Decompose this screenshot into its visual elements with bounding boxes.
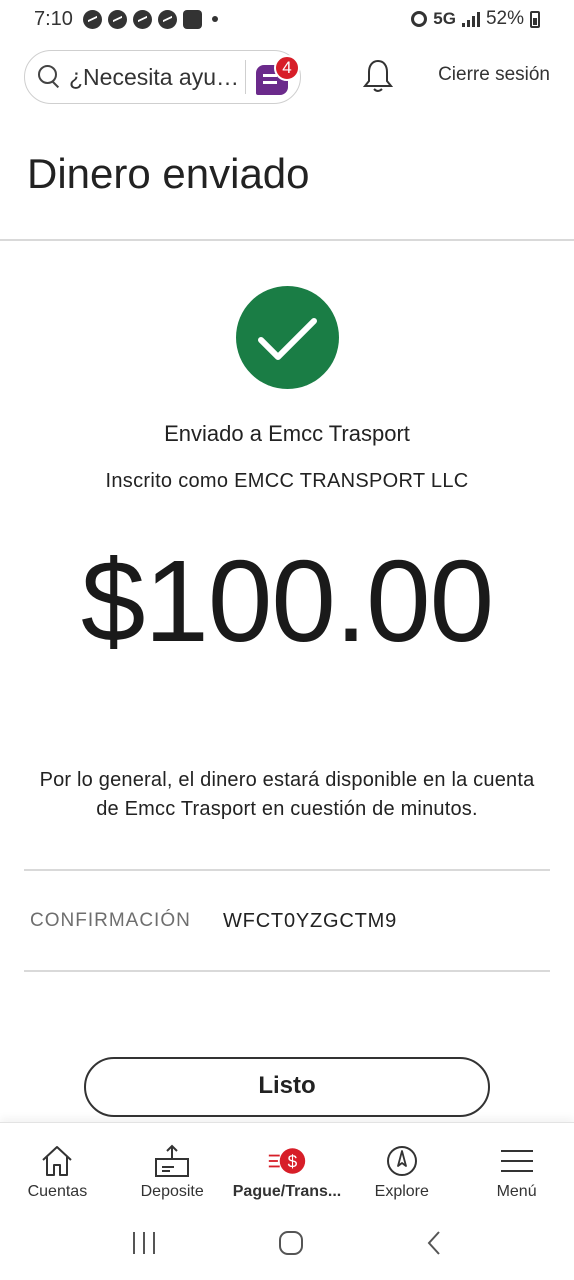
hamburger-icon [497, 1143, 537, 1179]
alarm-icon [411, 11, 428, 27]
nav-item-menu[interactable]: Menú [459, 1123, 574, 1210]
search-bar[interactable]: ¿Necesita ayu… 4 [24, 50, 301, 104]
nav-label: Menú [496, 1183, 537, 1200]
battery-percent: 52% [485, 8, 524, 29]
signal-icon [461, 11, 480, 27]
nav-item-accounts[interactable]: Cuentas [0, 1123, 115, 1210]
confirmation-number: WFCT0YZGCTM9 [223, 910, 398, 932]
divider [24, 970, 550, 972]
back-icon[interactable] [424, 1229, 444, 1262]
messenger-icon [182, 9, 202, 29]
search-icon [37, 64, 63, 90]
nav-item-pay-transfer[interactable]: $ Pague/Trans... [230, 1123, 345, 1210]
nav-item-deposit[interactable]: Deposite [115, 1123, 230, 1210]
page-title: Dinero enviado [27, 150, 310, 197]
sent-amount: $100.00 [80, 536, 494, 666]
system-nav-bar [0, 1210, 574, 1280]
network-type: 5G [433, 9, 456, 28]
search-divider [245, 60, 246, 94]
battery-icon [530, 10, 540, 28]
availability-note: Por lo general, el dinero estará disponi… [39, 769, 535, 820]
status-time: 7:10 [34, 7, 73, 30]
house-icon [37, 1143, 77, 1179]
messenger-icon [107, 9, 127, 29]
home-icon[interactable] [277, 1229, 305, 1262]
recipient-text: Enviado a Emcc Trasport [164, 421, 410, 446]
messenger-icon [132, 9, 152, 29]
more-notifications-icon [211, 16, 218, 22]
bottom-nav: Cuentas Deposite $ Pague/Trans... Explor… [0, 1122, 574, 1210]
nav-label: Deposite [140, 1183, 204, 1200]
svg-text:$: $ [288, 1151, 298, 1171]
chat-badge: 4 [274, 55, 300, 81]
nav-label: Cuentas [27, 1183, 88, 1200]
success-check-icon [236, 286, 339, 389]
messenger-icon [82, 9, 102, 29]
status-bar-left: 7:10 [34, 8, 218, 31]
pay-transfer-icon: $ [267, 1143, 307, 1179]
deposit-icon [152, 1143, 192, 1179]
bell-icon[interactable] [362, 58, 394, 94]
chat-button[interactable]: 4 [256, 55, 300, 99]
messenger-icon [157, 9, 177, 29]
status-bar: 7:10 5G 52% [0, 0, 574, 38]
enrolled-name-text: Inscrito como EMCC TRANSPORT LLC [105, 470, 469, 492]
nav-label: Explore [374, 1183, 429, 1200]
nav-item-explore[interactable]: Explore [344, 1123, 459, 1210]
search-input[interactable]: ¿Necesita ayu… [69, 64, 239, 91]
top-header: ¿Necesita ayu… 4 Cierre sesión [24, 50, 550, 104]
recent-apps-icon[interactable] [130, 1230, 158, 1261]
divider [0, 239, 574, 241]
confirmation-label: CONFIRMACIÓN [30, 910, 191, 931]
compass-icon [382, 1143, 422, 1179]
divider [24, 869, 550, 871]
logout-link[interactable]: Cierre sesión [438, 64, 550, 86]
done-button[interactable]: Listo [84, 1057, 490, 1117]
status-bar-right: 5G 52% [411, 8, 540, 30]
nav-label: Pague/Trans... [232, 1183, 342, 1200]
